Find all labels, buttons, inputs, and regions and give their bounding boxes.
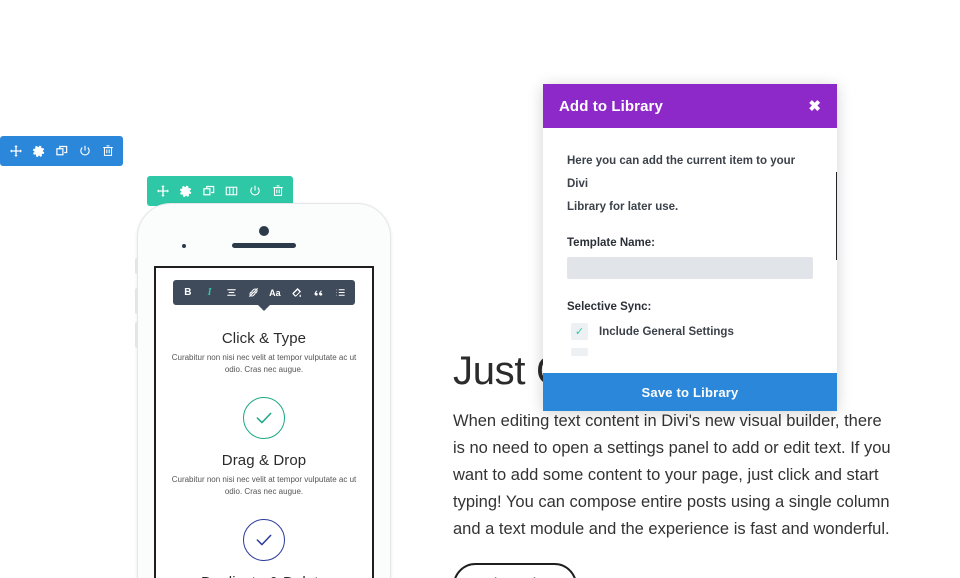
checkbox-partial-row[interactable] <box>571 348 588 356</box>
italic-icon[interactable]: I <box>201 280 219 305</box>
phone-mockup: B I Aa Click & Type Curabitur non nisi n… <box>135 203 391 578</box>
power-icon[interactable] <box>243 176 266 206</box>
phone-sensor <box>182 244 186 248</box>
phone-speaker <box>232 243 296 248</box>
selective-sync-label: Selective Sync: <box>567 301 652 313</box>
checkbox-label: Include General Settings <box>599 325 734 338</box>
check-circle-icon <box>243 397 285 440</box>
modal-scrollbar[interactable] <box>836 172 837 260</box>
include-general-settings-row[interactable]: ✓ Include General Settings <box>567 323 813 340</box>
phone-camera <box>259 226 269 236</box>
bullet-list-icon[interactable] <box>331 280 349 305</box>
phone-volume-down-button <box>135 322 138 348</box>
move-icon[interactable] <box>4 136 27 166</box>
phone-mute-switch <box>135 258 138 274</box>
template-name-label: Template Name: <box>567 237 655 249</box>
move-icon[interactable] <box>151 176 174 206</box>
unlink-icon[interactable] <box>244 280 262 305</box>
gear-icon[interactable] <box>174 176 197 206</box>
feature-body: Curabitur non nisi nec velit at tempor v… <box>171 475 357 496</box>
phone-screen: B I Aa Click & Type Curabitur non nisi n… <box>154 266 374 578</box>
phone-feature-block: Click & Type Curabitur non nisi nec veli… <box>156 330 372 375</box>
align-icon[interactable] <box>222 280 240 305</box>
checkbox-checked-icon[interactable]: ✓ <box>571 323 588 340</box>
trash-icon[interactable] <box>96 136 119 166</box>
feature-heading: Click & Type <box>221 330 307 347</box>
toolbar-pointer <box>258 305 270 311</box>
trash-icon[interactable] <box>266 176 289 206</box>
phone-volume-up-button <box>135 288 138 314</box>
columns-icon[interactable] <box>220 176 243 206</box>
page-canvas: B I Aa Click & Type Curabitur non nisi n… <box>0 0 960 578</box>
phone-feature-block: Duplicate & Delete Curabitur non nisi ne… <box>156 519 372 578</box>
bold-icon[interactable]: B <box>179 280 197 305</box>
close-icon[interactable]: ✖ <box>808 99 821 114</box>
text-color-icon[interactable] <box>288 280 306 305</box>
power-icon[interactable] <box>73 136 96 166</box>
modal-description-line2: Library for later use. <box>567 201 679 213</box>
blockquote-icon[interactable] <box>309 280 327 305</box>
duplicate-icon[interactable] <box>197 176 220 206</box>
modal-footer: Save to Library <box>543 373 837 411</box>
text-format-toolbar[interactable]: B I Aa <box>173 280 355 311</box>
modal-description-line1: Here you can add the current item to you… <box>567 155 796 190</box>
add-to-library-modal: Add to Library ✖ Here you can add the cu… <box>543 84 837 411</box>
feature-heading: Duplicate & Delete <box>166 574 362 578</box>
save-to-library-button[interactable]: Save to Library <box>642 385 739 400</box>
join-today-button[interactable]: Join Today <box>453 563 578 578</box>
row-toolbar[interactable] <box>0 136 123 166</box>
modal-header: Add to Library ✖ <box>543 84 837 128</box>
template-name-input[interactable] <box>567 257 813 279</box>
phone-feature-block: Drag & Drop Curabitur non nisi nec velit… <box>156 397 372 497</box>
text-size-icon[interactable]: Aa <box>266 280 284 305</box>
feature-body: Curabitur non nisi nec velit at tempor v… <box>171 353 357 374</box>
modal-body: Here you can add the current item to you… <box>543 128 837 373</box>
check-circle-icon <box>243 519 285 562</box>
modal-title: Add to Library <box>559 97 663 115</box>
feature-heading: Drag & Drop <box>221 452 307 470</box>
body-paragraph: When editing text content in Divi's new … <box>453 412 891 538</box>
section-toolbar[interactable] <box>147 176 293 206</box>
duplicate-icon[interactable] <box>50 136 73 166</box>
gear-icon[interactable] <box>27 136 50 166</box>
